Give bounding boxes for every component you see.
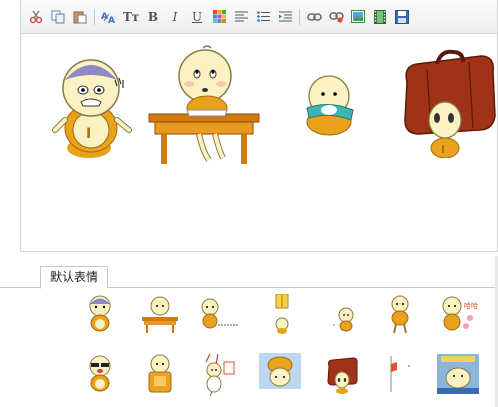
emoticon-small[interactable] bbox=[318, 291, 370, 337]
save-icon[interactable] bbox=[391, 6, 413, 28]
italic-icon[interactable]: I bbox=[164, 6, 186, 28]
svg-text:I: I bbox=[86, 126, 91, 142]
emoticon-tab-strip: 默认表情 bbox=[0, 264, 498, 289]
emoticon-scared: I bbox=[52, 59, 132, 158]
align-icon[interactable] bbox=[230, 6, 252, 28]
link-icon[interactable] bbox=[303, 6, 325, 28]
emoticon-holding[interactable] bbox=[134, 351, 186, 397]
emoticon-reading-small[interactable] bbox=[134, 291, 186, 337]
bullet-list-icon[interactable] bbox=[252, 6, 274, 28]
text-color-icon[interactable] bbox=[208, 6, 230, 28]
cut-icon[interactable] bbox=[25, 6, 47, 28]
emoticon-standing[interactable] bbox=[374, 291, 426, 337]
emoticon-sunglasses[interactable] bbox=[74, 351, 126, 397]
indent-icon[interactable] bbox=[274, 6, 296, 28]
emoticon-photo[interactable] bbox=[432, 351, 484, 397]
copy-icon[interactable] bbox=[47, 6, 69, 28]
emoticon-sad-photo[interactable] bbox=[254, 351, 306, 397]
film-icon[interactable] bbox=[369, 6, 391, 28]
emoticon-cheer[interactable] bbox=[190, 351, 242, 397]
unlink-icon[interactable] bbox=[325, 6, 347, 28]
editor-window: AA Tт B I U I I 默认表情 哈哈 bbox=[0, 0, 498, 407]
svg-text:A: A bbox=[108, 16, 115, 24]
tab-default-emoticons[interactable]: 默认表情 bbox=[40, 266, 109, 289]
font-size-icon[interactable]: Tт bbox=[120, 6, 142, 28]
flower-text: 哈哈哈 bbox=[464, 301, 478, 310]
paste-icon[interactable] bbox=[69, 6, 91, 28]
emoticon-holding-blue bbox=[306, 75, 354, 136]
emoticon-suitcase-small[interactable] bbox=[316, 351, 368, 397]
svg-text:I: I bbox=[441, 143, 445, 156]
emoticon-grid: 哈哈哈 bbox=[0, 289, 498, 407]
emoticon-reading bbox=[148, 45, 260, 164]
emoticon-suitcase: I bbox=[404, 49, 496, 158]
emoticon-flowers[interactable]: 哈哈哈 bbox=[432, 291, 484, 337]
emoticon-shy[interactable] bbox=[74, 291, 126, 337]
toolbar-separator bbox=[299, 8, 300, 25]
toolbar-separator bbox=[94, 8, 95, 25]
toolbar: AA Tт B I U bbox=[20, 0, 498, 34]
emoticon-gift[interactable] bbox=[256, 291, 308, 337]
image-icon[interactable] bbox=[347, 6, 369, 28]
bold-icon[interactable]: B bbox=[142, 6, 164, 28]
editor-content-area[interactable]: I I bbox=[20, 34, 498, 252]
emoticon-note[interactable] bbox=[372, 351, 424, 397]
find-replace-icon[interactable]: AA bbox=[98, 6, 120, 28]
emoticon-thinking[interactable] bbox=[190, 291, 242, 337]
underline-icon[interactable]: U bbox=[186, 6, 208, 28]
